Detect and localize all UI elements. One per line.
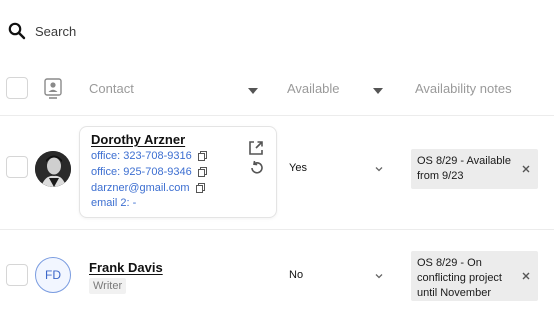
avatar-initials: FD [45,268,61,282]
avatar: FD [35,257,71,293]
availability-note[interactable]: OS 8/29 - On conflicting project until N… [411,251,538,301]
contact-line: email 2: - [91,197,136,209]
availability-note-text: OS 8/29 - Available from 9/23 [417,155,511,182]
contact-name-link[interactable]: Frank Davis [89,260,163,275]
available-column-header[interactable]: Available [287,81,340,96]
phone-link[interactable]: office: 925-708-9346 [91,166,192,178]
copy-icon[interactable] [197,151,207,161]
search-icon [8,22,26,40]
contact-column-header[interactable]: Contact [89,81,134,96]
email-link[interactable]: darzner@gmail.com [91,182,190,194]
availability-note[interactable]: OS 8/29 - Available from 9/23 [411,149,538,189]
contact-name-link[interactable]: Dorothy Arzner [91,132,185,147]
avatar [35,151,71,187]
search-bar[interactable] [8,20,235,42]
select-all-checkbox[interactable] [6,77,28,99]
chevron-down-icon[interactable] [375,165,383,173]
table-row[interactable]: Dorothy Arzner office: 323-708-9316 offi… [0,116,554,230]
availability-note-text: OS 8/29 - On conflicting project until N… [417,257,502,299]
row-checkbox[interactable] [6,264,28,286]
caret-down-icon[interactable] [373,88,383,94]
available-value[interactable]: Yes [289,162,307,174]
role-tag: Writer [89,278,127,294]
close-icon[interactable] [521,164,531,174]
contact-line[interactable]: office: 323-708-9316 [91,150,207,162]
refresh-icon[interactable] [248,160,264,176]
available-value[interactable]: No [289,269,303,281]
close-icon[interactable] [521,271,531,281]
contact-line[interactable]: darzner@gmail.com [91,182,205,194]
phone-link[interactable]: office: 323-708-9316 [91,150,192,162]
avatar-photo-icon [35,151,71,187]
contact-line[interactable]: office: 925-708-9346 [91,166,207,178]
external-link-icon[interactable] [248,140,264,156]
availability-notes-column-header[interactable]: Availability notes [415,81,512,96]
search-input[interactable] [35,23,235,39]
copy-icon[interactable] [195,183,205,193]
contact-card: Dorothy Arzner office: 323-708-9316 offi… [79,126,277,218]
contact-card-icon[interactable] [44,78,62,100]
email-2-value: email 2: - [91,197,137,209]
caret-down-icon[interactable] [248,88,258,94]
table-row[interactable]: FD Frank Davis Writer No OS 8/29 - On co… [0,230,554,316]
row-checkbox[interactable] [6,156,28,178]
copy-icon[interactable] [197,167,207,177]
chevron-down-icon[interactable] [375,272,383,280]
table-header: Contact Available Availability notes [0,64,554,116]
